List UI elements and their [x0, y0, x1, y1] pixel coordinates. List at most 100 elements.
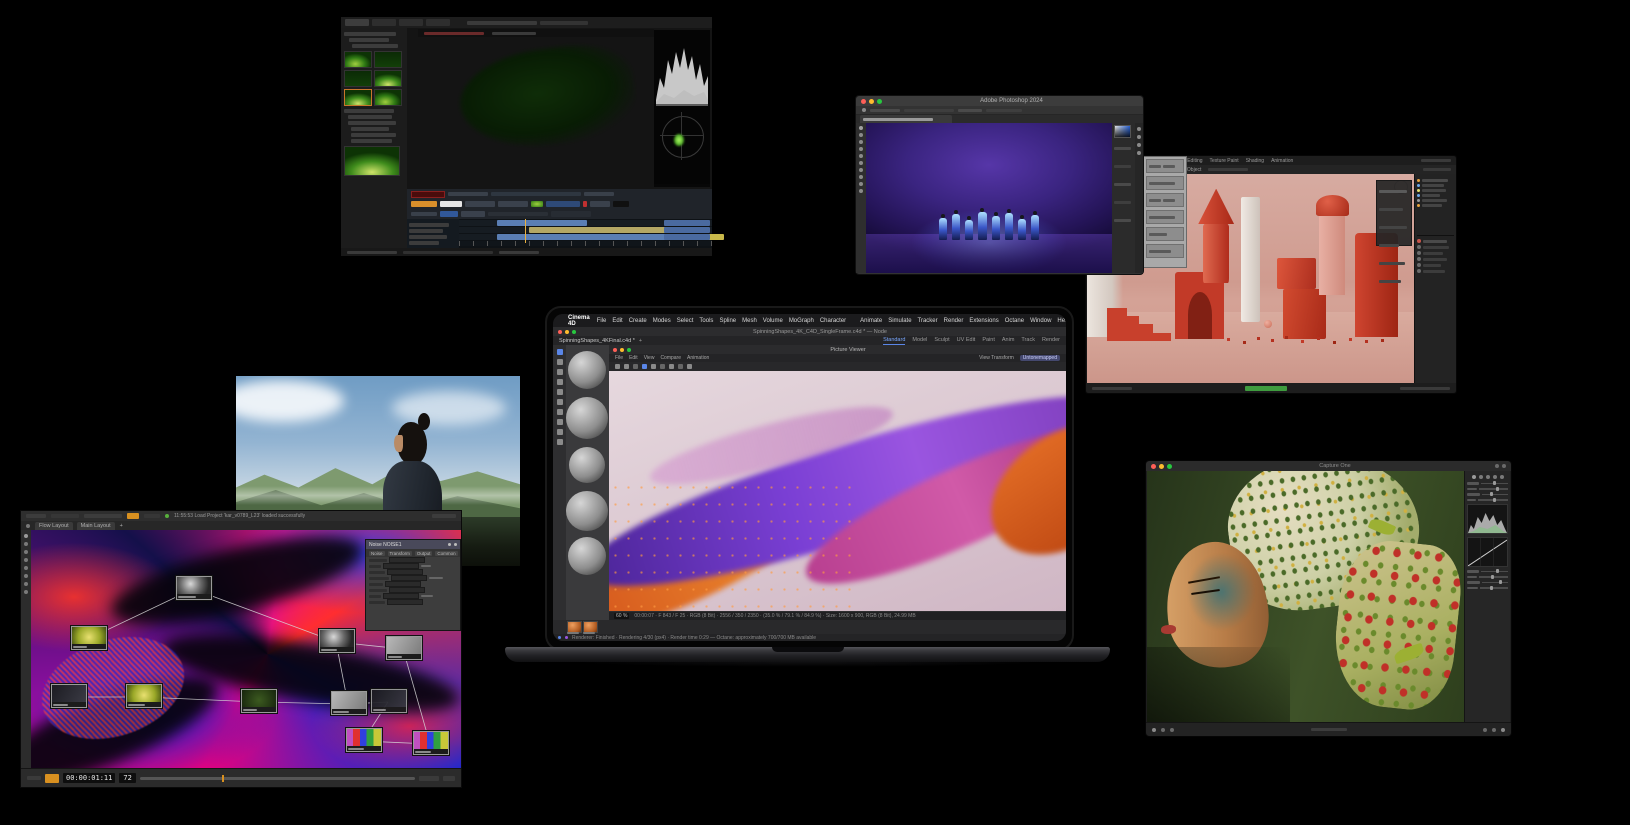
app-menu[interactable]: Cinema 4D [568, 315, 590, 327]
toolbar-icon[interactable] [615, 364, 620, 369]
slider-track[interactable] [1479, 574, 1508, 579]
tool-icon[interactable] [859, 133, 863, 137]
tool-icon[interactable] [1492, 475, 1497, 479]
slider-track[interactable] [1481, 569, 1508, 573]
tool-icon[interactable] [556, 399, 563, 405]
workspace-tab[interactable]: Animation [1269, 157, 1295, 165]
menu-item[interactable]: Tools [699, 318, 713, 324]
playhead-handle[interactable] [222, 774, 225, 782]
tool-icon[interactable] [556, 419, 563, 425]
layout-tab[interactable]: Anim [1002, 337, 1015, 345]
menu-item[interactable]: Tracker [918, 318, 938, 324]
menu-item[interactable]: Character [820, 318, 846, 324]
tool-icon[interactable] [24, 534, 28, 538]
tool-icon[interactable] [556, 389, 563, 395]
media-thumbnail[interactable] [374, 51, 402, 68]
tool-icon[interactable] [859, 126, 863, 130]
media-thumbnail[interactable] [374, 70, 402, 87]
field[interactable] [387, 599, 423, 605]
layout-tab[interactable]: Track [1021, 337, 1035, 345]
menu-item[interactable]: Spline [719, 318, 736, 324]
close-button[interactable] [613, 347, 617, 352]
tool-icon[interactable] [556, 359, 563, 365]
browser-icon[interactable] [1161, 727, 1165, 732]
flame-blue-button[interactable] [546, 201, 580, 207]
toolbar-icon[interactable] [651, 364, 656, 369]
menu-item[interactable]: Octane [1005, 318, 1024, 324]
node-colorbars[interactable] [413, 731, 449, 755]
view-transform-value[interactable]: Untonemapped [1019, 355, 1060, 361]
layout-tab[interactable]: Render [1042, 337, 1060, 345]
flame-gray-button[interactable] [465, 201, 495, 207]
panel-row[interactable] [1146, 176, 1184, 190]
menu-item[interactable]: Edit [612, 318, 622, 324]
properties-tab-icon[interactable] [1417, 257, 1421, 261]
browser-icon[interactable] [1170, 727, 1174, 732]
panel-row[interactable] [1146, 244, 1184, 258]
node[interactable] [176, 576, 212, 600]
tree-item[interactable] [344, 109, 394, 113]
minimize-button[interactable] [565, 329, 569, 334]
tool-icon[interactable] [859, 182, 863, 186]
tool-icon[interactable] [859, 147, 863, 151]
curve-panel[interactable] [1467, 537, 1508, 567]
frame-field[interactable]: 72 [119, 773, 136, 783]
menu-item[interactable]: Animate [860, 318, 882, 324]
flame-tab[interactable] [345, 19, 369, 26]
timeline-playhead[interactable] [525, 219, 526, 243]
toolbar-icon-active[interactable] [642, 364, 647, 369]
media-thumbnail-selected[interactable] [344, 89, 372, 106]
color-picker-panel[interactable] [1114, 125, 1131, 138]
close-button[interactable] [861, 98, 866, 104]
menu-item[interactable]: File [615, 355, 623, 361]
toolbar-icon[interactable] [633, 364, 638, 369]
node[interactable] [371, 689, 407, 713]
menu-item[interactable]: Volume [763, 318, 783, 324]
workspace-tab[interactable]: Texture Paint [1208, 157, 1241, 165]
panel-row[interactable] [1146, 159, 1184, 173]
flame-gray-button[interactable] [590, 201, 610, 207]
timecode-display[interactable] [411, 190, 445, 198]
flame-field[interactable] [551, 211, 591, 217]
tool-icon[interactable] [1485, 475, 1490, 479]
flame-orange-button[interactable] [411, 201, 437, 207]
timeline-ruler[interactable] [459, 241, 712, 246]
menu-item[interactable]: MoGraph [789, 318, 814, 324]
flame-blue-button[interactable] [440, 211, 458, 217]
picture-viewer-titlebar[interactable]: Picture Viewer [609, 345, 1066, 354]
tool-icon[interactable] [1471, 475, 1476, 479]
panel-icon[interactable] [1137, 135, 1141, 139]
panel-row[interactable] [1146, 227, 1184, 241]
workspace-tab[interactable]: Shading [1244, 157, 1266, 165]
node-colorbars[interactable] [346, 728, 382, 752]
toolbar-icon[interactable] [1501, 727, 1505, 732]
properties-tab-icon[interactable] [1417, 251, 1421, 255]
transport-buttons-bar[interactable] [419, 775, 439, 781]
project-color-chip[interactable] [127, 513, 139, 519]
tree-item[interactable] [351, 133, 396, 137]
photoshop-titlebar[interactable]: Adobe Photoshop 2024 [856, 96, 1143, 106]
clip-mini-thumb[interactable] [531, 201, 543, 207]
photoshop-canvas-dancers-image[interactable] [866, 123, 1112, 273]
node[interactable] [126, 684, 162, 708]
tool-icon[interactable] [24, 590, 28, 594]
zoom-button[interactable] [1167, 463, 1172, 469]
panel-icon[interactable] [1137, 143, 1141, 147]
node[interactable] [331, 691, 367, 715]
timeline-clip[interactable] [664, 220, 710, 226]
properties-tab-icon[interactable] [1417, 245, 1421, 249]
tool-icon[interactable] [556, 429, 563, 435]
tool-icon[interactable] [859, 140, 863, 144]
portrait-photo[interactable] [1147, 471, 1464, 723]
slider-track[interactable] [1480, 585, 1508, 590]
slider-track[interactable] [1481, 481, 1508, 485]
toolbar-icon[interactable] [678, 364, 683, 369]
viewer-tab[interactable] [492, 31, 536, 35]
zoom-button[interactable] [627, 347, 631, 352]
menu-item[interactable]: Extensions [969, 318, 998, 324]
properties-tab-icon[interactable] [1417, 269, 1421, 273]
panel-row[interactable] [1146, 210, 1184, 224]
tool-icon[interactable] [859, 161, 863, 165]
flame-dark-field[interactable] [613, 201, 629, 207]
capture-one-titlebar[interactable]: Capture One [1146, 461, 1511, 471]
